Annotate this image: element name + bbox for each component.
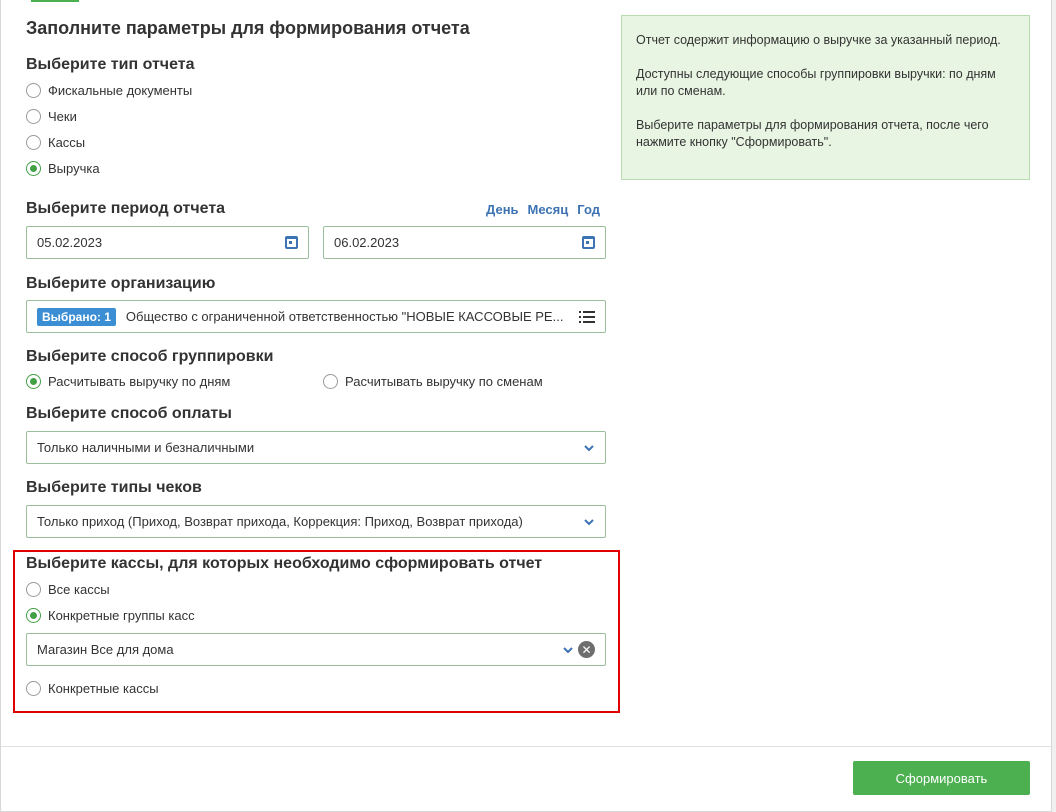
radio-circle [26,135,41,150]
radio-receipts[interactable]: Чеки [26,109,77,124]
page-title: Заполните параметры для формирования отч… [26,18,470,38]
radio-group-by-shifts[interactable]: Расчитывать выручку по сменам [323,374,543,389]
period-quick-links: День Месяц Год [486,202,600,217]
grouping-title: Выберите способ группировки [26,348,274,365]
top-accent-bar [31,0,79,2]
info-box: Отчет содержит информацию о выручке за у… [621,15,1030,180]
radio-label: Выручка [48,161,100,176]
organization-value: Общество с ограниченной ответственностью… [125,309,564,324]
radio-circle [26,681,41,696]
radio-register-groups[interactable]: Конкретные группы касс [26,608,195,623]
payment-title: Выберите способ оплаты [26,405,232,422]
radio-circle [26,582,41,597]
radio-circle [26,83,41,98]
registers-title: Выберите кассы, для которых необходимо с… [26,555,543,572]
date-from-value: 05.02.2023 [37,235,103,250]
radio-label: Конкретные группы касс [48,608,195,623]
chevron-down-icon[interactable] [583,442,595,454]
payment-value: Только наличными и безналичными [37,440,255,455]
clear-icon[interactable]: ✕ [578,641,595,658]
report-type-title: Выберите тип отчета [26,56,195,73]
radio-circle [323,374,338,389]
register-group-value: Магазин Все для дома [37,642,174,657]
calendar-icon[interactable] [285,236,298,249]
radio-label: Расчитывать выручку по сменам [345,374,543,389]
info-paragraph: Доступны следующие способы группировки в… [636,67,996,98]
organization-select[interactable]: Выбрано: 1 Общество с ограниченной ответ… [26,300,606,333]
radio-label: Фискальные документы [48,83,193,98]
date-to-field[interactable]: 06.02.2023 [323,226,606,259]
footer-divider [1,746,1053,747]
radio-revenue[interactable]: Выручка [26,161,100,176]
period-link-year[interactable]: Год [577,202,600,217]
radio-all-registers[interactable]: Все кассы [26,582,110,597]
radio-circle [26,109,41,124]
info-paragraph: Отчет содержит информацию о выручке за у… [636,33,1001,47]
receipt-types-title: Выберите типы чеков [26,479,202,496]
radio-specific-registers[interactable]: Конкретные кассы [26,681,159,696]
report-panel: Заполните параметры для формирования отч… [0,0,1053,812]
period-link-day[interactable]: День [486,202,519,217]
chevron-down-icon[interactable] [583,516,595,528]
date-to-value: 06.02.2023 [334,235,400,250]
radio-group-by-days[interactable]: Расчитывать выручку по дням [26,374,230,389]
period-title: Выберите период отчета [26,200,226,217]
calendar-icon[interactable] [582,236,595,249]
payment-select[interactable]: Только наличными и безналичными [26,431,606,464]
receipt-types-select[interactable]: Только приход (Приход, Возврат прихода, … [26,505,606,538]
radio-label: Кассы [48,135,86,150]
list-icon[interactable] [579,310,595,324]
generate-report-button[interactable]: Сформировать [853,761,1030,795]
radio-label: Чеки [48,109,77,124]
date-from-field[interactable]: 05.02.2023 [26,226,309,259]
radio-circle [26,161,41,176]
info-paragraph: Выберите параметры для формирования отче… [636,118,989,149]
register-group-select[interactable]: Магазин Все для дома ✕ [26,633,606,666]
organization-title: Выберите организацию [26,275,216,292]
radio-label: Расчитывать выручку по дням [48,374,231,389]
radio-fiscal-documents[interactable]: Фискальные документы [26,83,192,98]
radio-circle [26,608,41,623]
radio-registers[interactable]: Кассы [26,135,85,150]
selected-count-badge: Выбрано: 1 [37,307,116,326]
receipt-types-value: Только приход (Приход, Возврат прихода, … [37,514,523,529]
radio-circle [26,374,41,389]
radio-label: Все кассы [48,582,110,597]
radio-label: Конкретные кассы [48,681,159,696]
period-link-month[interactable]: Месяц [528,202,569,217]
chevron-down-icon[interactable] [562,644,574,656]
